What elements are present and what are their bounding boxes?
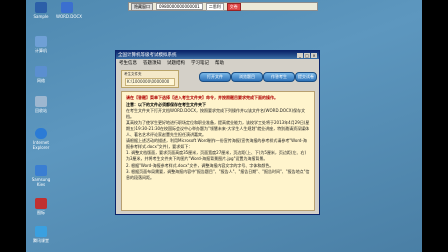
menu-item[interactable]: 试题结构 [167,60,185,66]
paragraph: 1. 调整文档版面，要求页面高度35厘米，页面宽度27厘米，页边距(上、下)为5… [126,150,307,161]
exam-folder-label: 考生文件夹 [124,72,142,76]
answer-button[interactable]: 作答考生 [263,72,295,82]
app-icon [35,198,47,209]
info-area: 考生文件夹 K:\1000000\0000000 打开文件 浏览题目 作答考生 … [121,70,317,88]
submit-button[interactable]: 提交试卷 [295,72,317,82]
desktop-icon-kies[interactable]: Samsung Kies [30,165,52,187]
paragraph: 2. 根据"Word-海报参考样式.docx"文件，调整海报内容文字的字号、字体… [126,162,274,168]
desktop-icon-ie[interactable]: Internet Explorer [30,128,52,150]
menu-item[interactable]: 帮助 [215,60,224,66]
desktop-icon-tencent[interactable]: 腾讯课堂 [30,226,52,243]
menu-item[interactable]: 答题须知 [143,60,161,66]
letterbox-left [0,0,26,252]
desktop-icon-app[interactable]: 图标 [30,198,52,215]
user-name-field: 二思利 [205,2,224,11]
submit-exam-button[interactable]: 交卷 [226,2,241,11]
exam-floating-toolbar: 隐藏窗口 0980000000000001 二思利 交卷 [128,2,318,11]
browse-questions-button[interactable]: 浏览题目 [231,72,263,82]
desktop-icon-word[interactable]: WORD.DOCX [56,2,82,19]
menu-item[interactable]: 学习笔记 [191,60,209,66]
exam-folder-card: 考生文件夹 K:\1000000\0000000 [121,70,179,88]
network-icon [35,66,47,77]
open-file-button[interactable]: 打开文件 [199,72,231,82]
exam-folder-path: K:\1000000\0000000 [125,78,175,86]
paragraph: 某高校为了使学生更好地进行职场定位和职业准备，提高就业能力，该校学工处将于201… [126,120,310,137]
exam-window: 全国计算机等级考试模拟系统 _ □ × 考生信息 答题须知 试题结构 学习笔记 … [115,50,320,215]
note-text: 注意：以下的文件必须都保存在考生文件夹下 [126,101,206,107]
computer-icon [35,36,47,47]
exam-id-field: 0980000000000001 [156,3,203,10]
menu-item[interactable]: 考生信息 [119,60,137,66]
recycle-bin-icon [35,96,47,107]
desktop-icon-network[interactable]: 网络 [30,66,52,83]
desktop-icon-computer[interactable]: 计算机 [30,36,52,53]
paragraph: 3. 根据页面布局需要，调整海报内容中"报告题目"、"报告人"、"报告日期"、"… [126,169,310,180]
close-icon[interactable]: × [311,52,317,58]
question-content: 请在【答题】菜单下选择【进入考生文件夹】命令，并按照题目要求完成下面的操作。 注… [121,91,315,211]
instruction-text: 请在【答题】菜单下选择【进入考生文件夹】命令，并按照题目要求完成下面的操作。 [126,95,278,100]
internet-explorer-icon [35,128,47,139]
folder-icon [35,2,47,13]
menu-bar: 考生信息 答题须知 试题结构 学习笔记 帮助 [116,59,319,66]
tencent-classroom-icon [35,226,47,237]
letterbox-right [422,0,448,252]
word-doc-icon [61,2,73,13]
desktop-icon-recycle[interactable]: 回收站 [30,96,52,113]
hide-window-button[interactable]: 隐藏窗口 [131,2,153,11]
window-titlebar: 全国计算机等级考试模拟系统 _ □ × [116,51,319,59]
minimize-icon[interactable]: _ [297,52,303,58]
samsung-kies-icon [35,165,47,176]
maximize-icon[interactable]: □ [304,52,310,58]
desktop-icon-sample[interactable]: Sample [30,2,52,19]
paragraph: 在考生文件夹下打开文档WORD.DOCX，按照要求完成下列操作并以该文件名(WO… [126,108,306,119]
paragraph: 请根据上述活动的描述，利用Microsoft Word制作一份宣传海报(宣传海报… [126,138,307,149]
window-title: 全国计算机等级考试模拟系统 [118,53,177,58]
